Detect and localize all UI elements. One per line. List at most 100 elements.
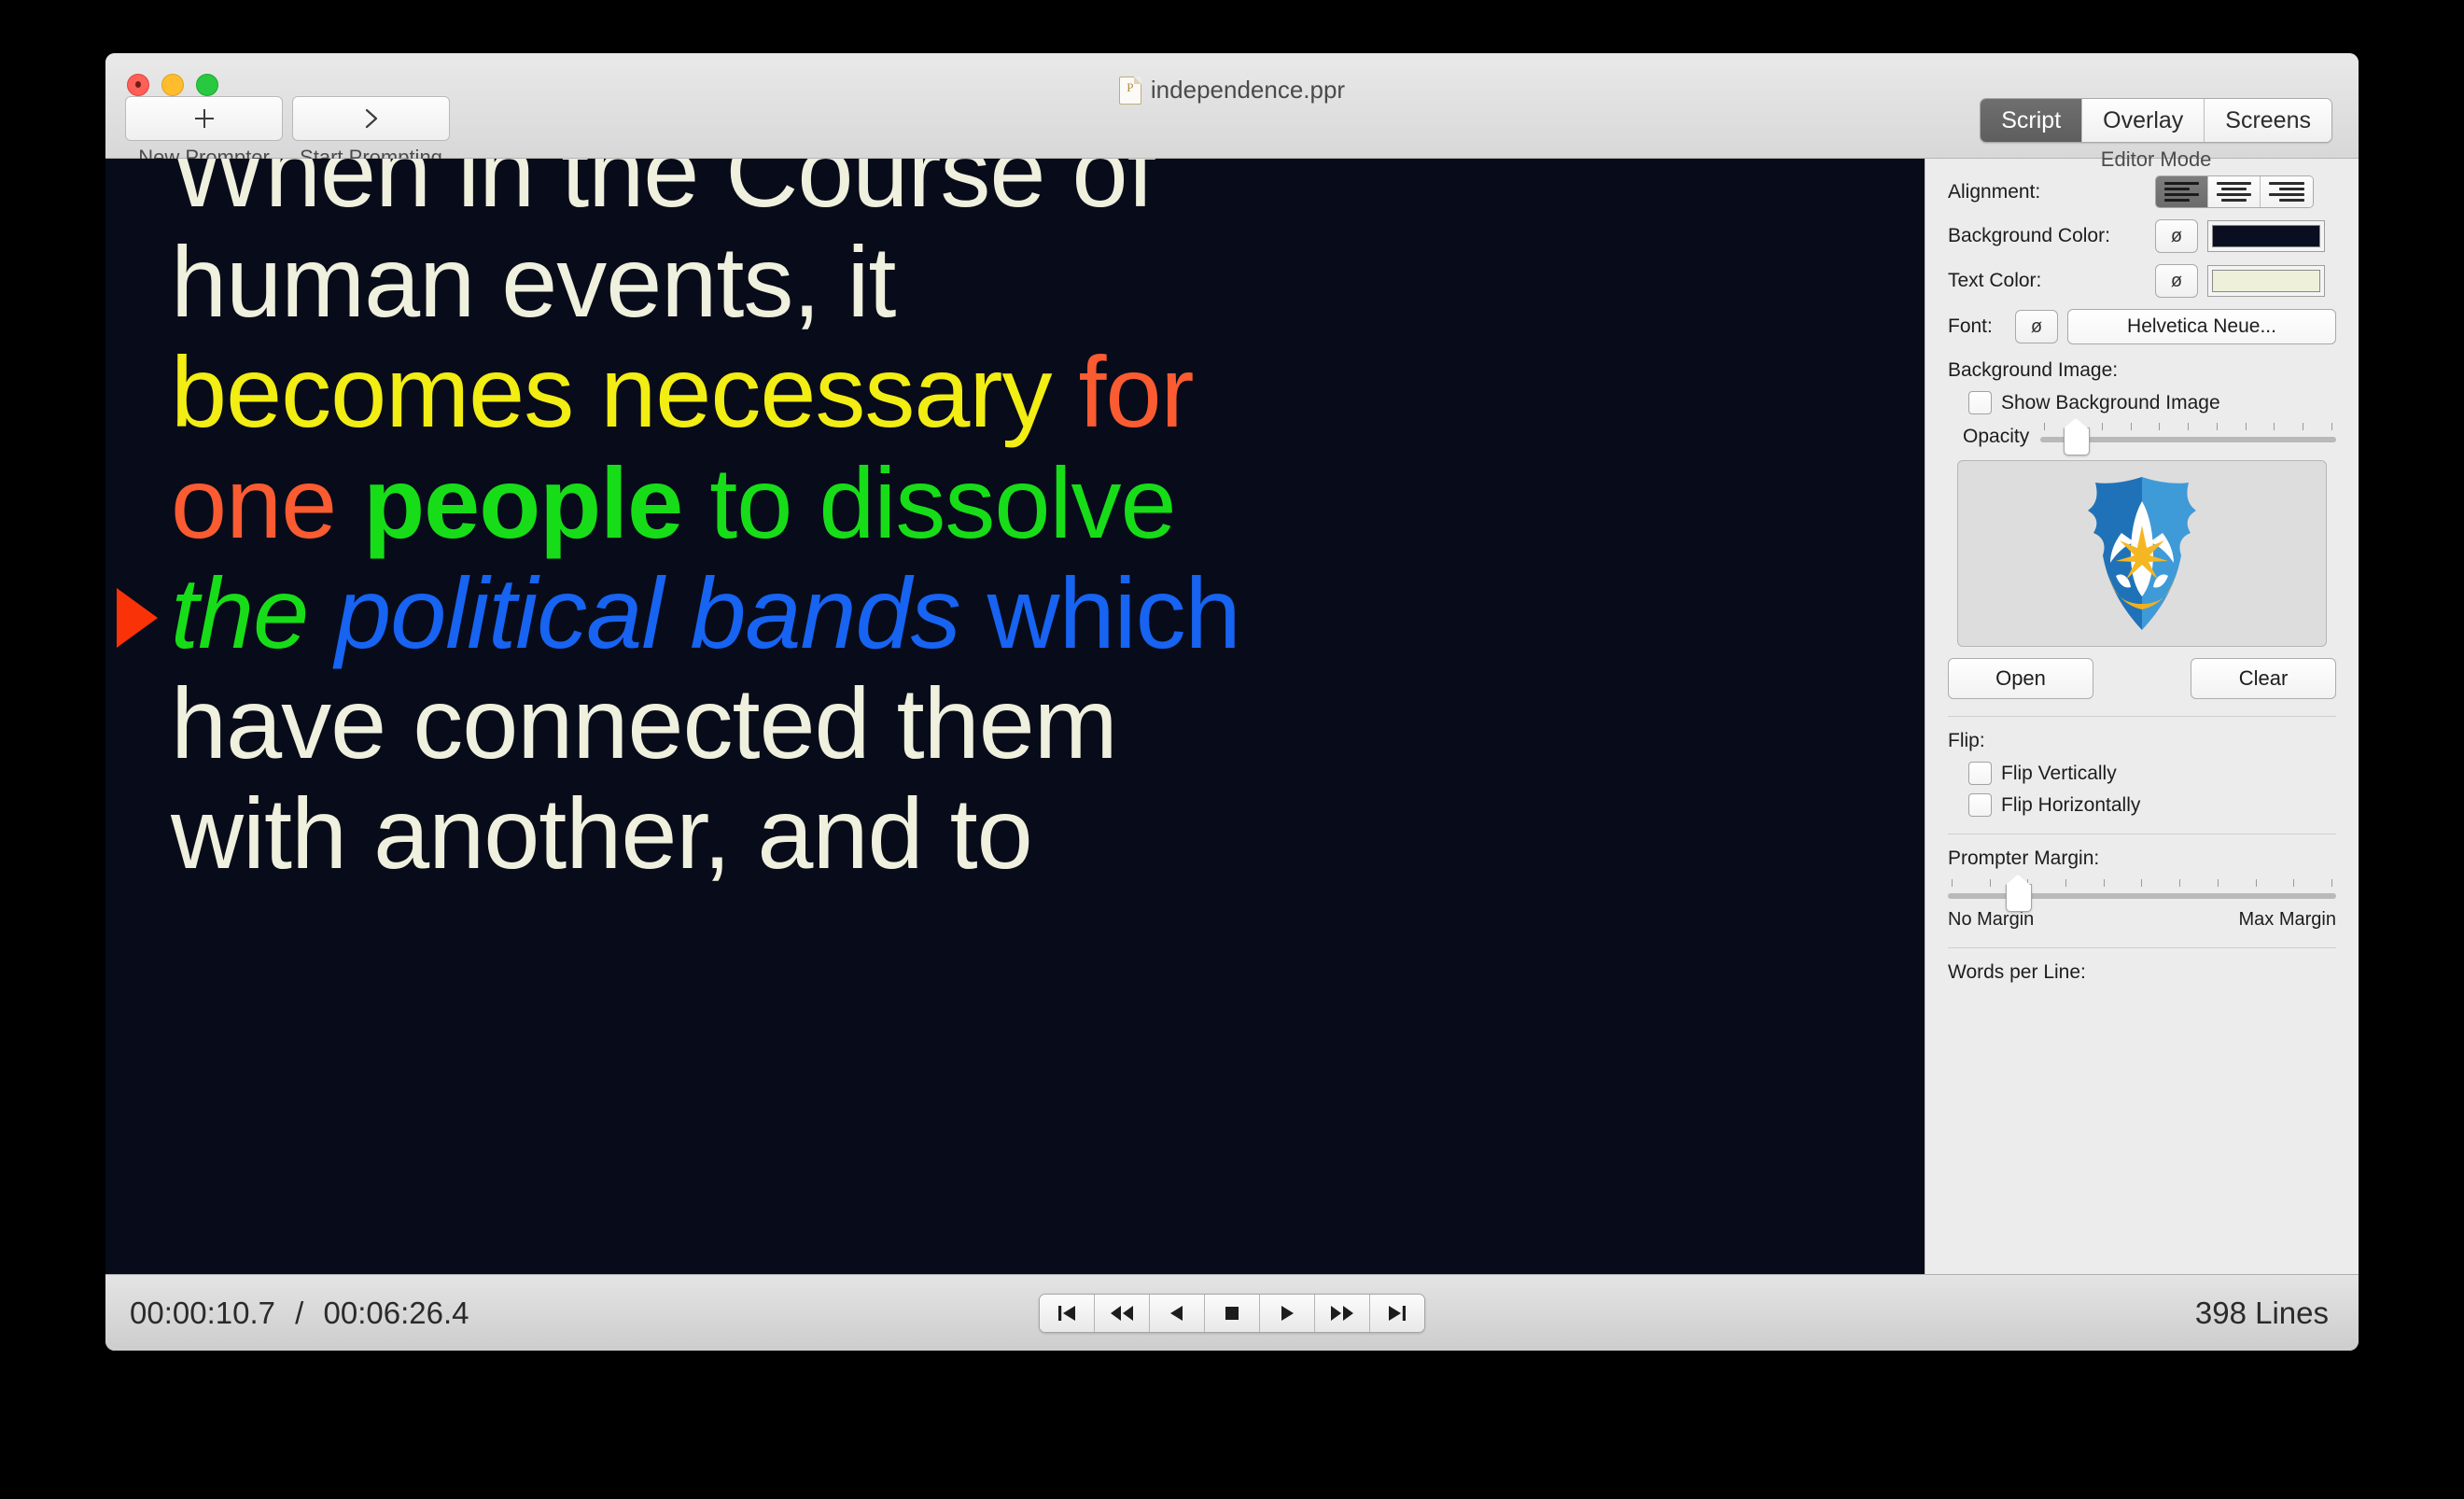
play-reverse-icon [1170, 1305, 1183, 1321]
shield-rocket-emblem [2088, 477, 2196, 630]
background-color-row: Background Color: ø [1948, 219, 2336, 253]
timecode-display: 00:00:10.7 / 00:06:26.4 [130, 1296, 469, 1331]
tab-script[interactable]: Script [1981, 99, 2083, 142]
script-run: people [363, 445, 683, 559]
divider-words [1948, 947, 2336, 948]
script-run: for [1078, 335, 1194, 449]
align-center-button[interactable] [2208, 176, 2261, 207]
text-color-swatch [2212, 270, 2320, 292]
skip-back-icon [1058, 1305, 1075, 1321]
prompter-margin-label: Prompter Margin: [1948, 848, 2100, 869]
document-title-text: independence.ppr [1150, 76, 1346, 104]
tab-overlay[interactable]: Overlay [2082, 99, 2205, 142]
opacity-row: Opacity [1963, 418, 2336, 455]
fast-forward-button[interactable] [1315, 1294, 1370, 1332]
background-image-thumbnail[interactable] [1957, 460, 2327, 647]
alignment-row: Alignment: [1948, 175, 2336, 208]
opacity-label: Opacity [1963, 426, 2030, 447]
plus-icon [194, 109, 214, 128]
flip-horizontally-label: Flip Horizontally [2001, 793, 2141, 816]
flip-horizontally-row[interactable]: Flip Horizontally [1968, 793, 2336, 817]
text-color-null-button[interactable]: ø [2155, 264, 2198, 298]
script-run: with another, and to [171, 777, 1033, 890]
script-line-2: human events, it [171, 230, 1887, 333]
flip-horizontally-checkbox[interactable] [1968, 793, 1992, 817]
script-run: to dissolve [682, 445, 1176, 559]
show-background-image-label: Show Background Image [2001, 391, 2220, 413]
document-ppr-icon [1118, 76, 1141, 105]
align-left-button[interactable] [2156, 176, 2208, 207]
script-run: the [171, 555, 336, 669]
background-color-well[interactable] [2207, 220, 2325, 252]
script-run: becomes necessary [171, 335, 1079, 449]
script-run: which [959, 555, 1241, 669]
rewind-button[interactable] [1095, 1294, 1150, 1332]
transport-controls [1039, 1293, 1425, 1333]
script-line-6: have connected them [171, 671, 1887, 775]
script-run: have connected them [171, 666, 1118, 780]
play-reverse-button[interactable] [1150, 1294, 1205, 1332]
tab-screens[interactable]: Screens [2205, 99, 2331, 142]
editor-mode-control: Script Overlay Screens Editor Mode [1980, 98, 2332, 172]
new-prompter-button[interactable] [125, 96, 283, 141]
editor-mode-tabs: Script Overlay Screens [1980, 98, 2332, 143]
flip-vertically-label: Flip Vertically [2001, 762, 2117, 784]
font-null-button[interactable]: ø [2015, 310, 2058, 343]
editor-mode-caption: Editor Mode [2100, 147, 2212, 171]
stop-button[interactable] [1205, 1294, 1260, 1332]
current-time: 00:00:10.7 [130, 1295, 275, 1330]
skip-forward-icon [1389, 1305, 1406, 1321]
script-line-1: When in the Course of [171, 159, 1887, 223]
opacity-knob[interactable] [2064, 418, 2091, 455]
background-image-label: Background Image: [1948, 359, 2119, 381]
total-time: 00:06:26.4 [323, 1295, 469, 1330]
alignment-group [2155, 175, 2314, 208]
opacity-slider[interactable] [2040, 418, 2336, 455]
skip-to-start-button[interactable] [1040, 1294, 1095, 1332]
show-background-image-row[interactable]: Show Background Image [1968, 391, 2336, 414]
line-count: 398 Lines [2194, 1295, 2329, 1330]
clear-button[interactable]: Clear [2191, 658, 2336, 699]
prompter-margin-knob[interactable] [2005, 875, 2032, 912]
script-line-3: becomes necessary for [171, 340, 1887, 443]
prompter-margin-row [1948, 875, 2336, 912]
script-line-4: one people to dissolve [171, 451, 1887, 554]
divider-flip [1948, 716, 2336, 717]
font-row: Font: ø Helvetica Neue... [1948, 309, 2336, 344]
align-right-button[interactable] [2261, 176, 2313, 207]
flip-label: Flip: [1948, 730, 1985, 751]
open-button[interactable]: Open [1948, 658, 2093, 699]
chevron-right-icon [365, 108, 377, 129]
skip-to-end-button[interactable] [1370, 1294, 1424, 1332]
max-margin-label: Max Margin [2238, 909, 2336, 930]
script-text[interactable]: When in the Course of human events, it b… [171, 159, 1887, 892]
fast-forward-icon [1331, 1305, 1353, 1321]
background-color-swatch [2212, 225, 2320, 247]
play-icon [1281, 1305, 1294, 1321]
script-run: When in the Course of [171, 159, 1155, 228]
time-separator: / [295, 1295, 304, 1330]
no-margin-label: No Margin [1948, 909, 2035, 930]
title-bar: independence.ppr New Prompter Start Prom… [105, 53, 2359, 171]
main-body: When in the Course of human events, it b… [105, 159, 2359, 1274]
script-run: political bands [335, 555, 960, 669]
play-button[interactable] [1260, 1294, 1315, 1332]
font-label: Font: [1948, 315, 1993, 337]
font-picker-button[interactable]: Helvetica Neue... [2067, 309, 2336, 344]
script-run: human events, it [171, 225, 896, 339]
text-color-row: Text Color: ø [1948, 264, 2336, 298]
text-color-well[interactable] [2207, 265, 2325, 297]
start-prompting-button[interactable] [292, 96, 450, 141]
background-color-label: Background Color: [1948, 225, 2110, 246]
inspector-panel: Alignment: Background Color: ø Text Colo… [1925, 159, 2359, 1274]
prompter-margin-slider[interactable] [1948, 875, 2336, 912]
stop-icon [1225, 1306, 1239, 1320]
prompter-margin-captions: No Margin Max Margin [1948, 909, 2336, 931]
flip-vertically-row[interactable]: Flip Vertically [1968, 762, 2336, 785]
prompter-text-area[interactable]: When in the Course of human events, it b… [105, 159, 1925, 1274]
flip-vertically-checkbox[interactable] [1968, 762, 1992, 785]
background-color-null-button[interactable]: ø [2155, 219, 2198, 253]
text-color-label: Text Color: [1948, 270, 2042, 291]
script-line-5: the political bands which [171, 561, 1887, 665]
show-background-image-checkbox[interactable] [1968, 391, 1992, 414]
